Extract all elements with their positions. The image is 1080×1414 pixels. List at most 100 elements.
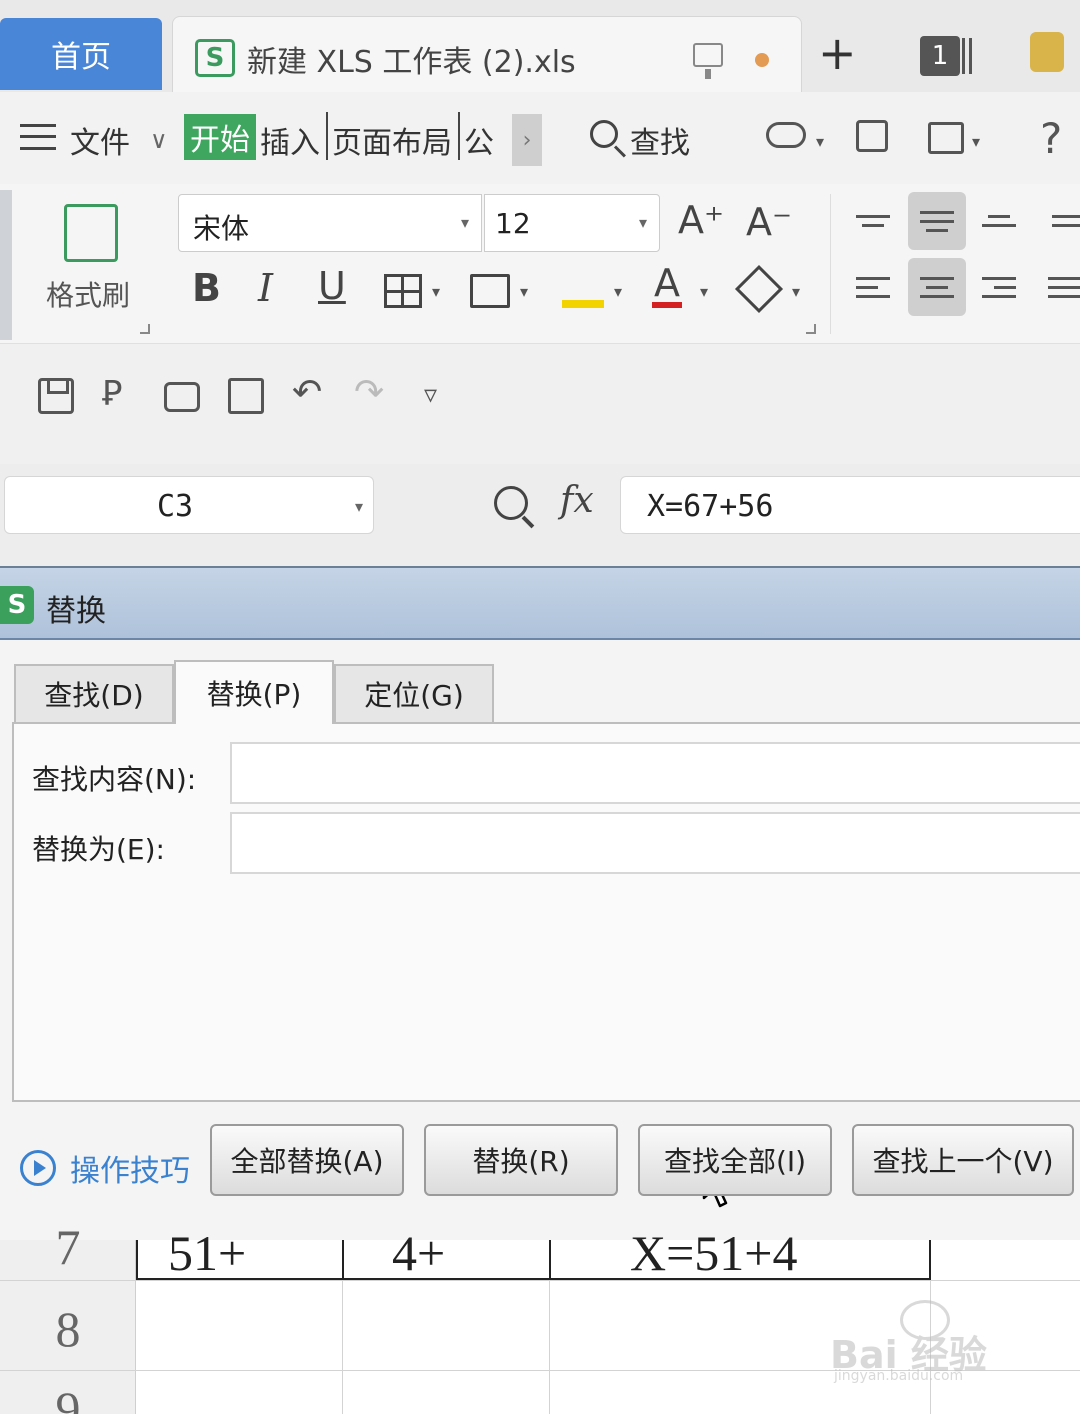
indent-icon[interactable] [1040, 192, 1080, 250]
bold-icon[interactable]: B [192, 266, 221, 310]
tab-goto[interactable]: 定位(G) [334, 664, 494, 722]
caret-down-icon[interactable]: ▾ [816, 132, 824, 151]
caret-down-icon[interactable]: ▾ [972, 132, 980, 151]
help-icon[interactable]: ? [1040, 114, 1062, 163]
customize-toolbar-icon[interactable]: ▿ [424, 380, 437, 410]
formula-input[interactable]: X=67+56 [620, 476, 1080, 534]
border-icon[interactable] [384, 274, 422, 308]
caret-down-icon[interactable]: ▾ [614, 282, 622, 301]
justify-icon[interactable] [1036, 258, 1080, 316]
align-right-icon[interactable] [970, 258, 1028, 316]
monitor-icon[interactable] [693, 43, 723, 79]
window-count-badge[interactable]: 1 [920, 36, 960, 76]
cell-border [549, 1240, 551, 1280]
align-left-icon[interactable] [844, 258, 902, 316]
dialog-titlebar[interactable]: S 替换 [0, 568, 1080, 640]
menu-scroll-right-button[interactable]: › [512, 114, 542, 166]
find-previous-button[interactable]: 查找上一个(V) [852, 1124, 1074, 1196]
font-name-value: 宋体 [193, 212, 250, 245]
find-input[interactable] [230, 742, 1080, 804]
format-brush-label[interactable]: 格式刷 [46, 274, 130, 314]
underline-icon[interactable]: U [318, 264, 346, 308]
italic-icon[interactable]: I [258, 266, 273, 310]
caret-down-icon[interactable]: ▾ [432, 282, 440, 301]
caret-down-icon[interactable]: ▾ [792, 282, 800, 301]
find-all-button[interactable]: 查找全部(I) [638, 1124, 832, 1196]
print-icon[interactable] [164, 382, 200, 412]
caret-down-icon[interactable]: ▾ [639, 213, 647, 232]
menu-tab-start[interactable]: 开始 [184, 114, 256, 160]
caret-down-icon[interactable]: ▾ [355, 497, 363, 516]
font-size-select[interactable]: 12 ▾ [484, 194, 660, 252]
cell-a7[interactable]: 51+ [168, 1224, 246, 1282]
menu-tab-page-layout[interactable]: 页面布局 [332, 118, 452, 162]
menu-separator [326, 112, 328, 160]
tab-replace[interactable]: 替换(P) [174, 660, 334, 724]
dialog-launcher-icon[interactable] [140, 324, 150, 334]
clear-format-icon[interactable] [734, 264, 784, 314]
tab-home[interactable]: 首页 [0, 18, 162, 90]
name-box[interactable]: C3 ▾ [4, 476, 374, 534]
align-middle-icon[interactable] [908, 192, 966, 250]
replace-input[interactable] [230, 812, 1080, 874]
search-label[interactable]: 查找 [630, 118, 690, 162]
caret-down-icon[interactable]: ▾ [461, 213, 469, 232]
caret-down-icon[interactable]: ▾ [520, 282, 528, 301]
title-tab-bar: 首页 S 新建 XLS 工作表 (2).xls + 1 [0, 0, 1080, 92]
align-center-icon[interactable] [908, 258, 966, 316]
grow-font-icon[interactable]: A⁺ [678, 198, 724, 242]
hamburger-icon[interactable] [20, 124, 56, 150]
cloud-icon[interactable] [766, 122, 806, 148]
format-brush-icon[interactable] [64, 204, 118, 262]
font-name-select[interactable]: 宋体 ▾ [178, 194, 482, 252]
save-icon[interactable] [38, 378, 74, 414]
menu-separator [458, 112, 460, 160]
ribbon-edge [0, 190, 12, 340]
formula-bar: C3 ▾ fx X=67+56 [0, 464, 1080, 568]
tab-find[interactable]: 查找(D) [14, 664, 174, 722]
font-size-value: 12 [495, 207, 531, 240]
format-painter-icon[interactable]: Ꝑ [102, 374, 123, 414]
replace-all-button[interactable]: 全部替换(A) [210, 1124, 404, 1196]
row-header-7[interactable]: 7 [0, 1218, 136, 1276]
dialog-panel: 查找内容(N): 替换为(E): [12, 722, 1080, 1208]
insert-function-button[interactable]: fx [560, 480, 594, 521]
zoom-icon[interactable] [494, 486, 528, 520]
row-header-9[interactable]: 9 [0, 1380, 136, 1414]
baidu-watermark: Bai 经验 jingyan.baidu.com [830, 1300, 1030, 1390]
row-header-8[interactable]: 8 [0, 1300, 136, 1358]
undo-icon[interactable]: ↶ [292, 372, 322, 413]
print-preview-icon[interactable] [228, 378, 264, 414]
redo-icon[interactable]: ↷ [354, 372, 384, 413]
menu-file[interactable]: 文件 [70, 118, 130, 162]
spreadsheet-icon: S [195, 39, 235, 77]
menu-tab-formulas[interactable]: 公 [464, 118, 494, 162]
menu-bar: 文件 ∨ 开始 插入 页面布局 公 › 查找 ▾ ▾ ? [0, 92, 1080, 184]
share-icon[interactable] [856, 120, 888, 152]
shrink-font-icon[interactable]: A⁻ [746, 200, 792, 244]
cell-b7[interactable]: 4+ [392, 1224, 445, 1282]
quick-access-toolbar: Ꝑ ↶ ↷ ▿ [0, 344, 1080, 464]
unsaved-dot-icon [755, 53, 769, 67]
chevron-down-icon[interactable]: ∨ [150, 126, 168, 154]
dialog-launcher-icon[interactable] [806, 324, 816, 334]
avatar[interactable] [1030, 32, 1064, 72]
formula-value: X=67+56 [647, 489, 774, 524]
play-circle-icon[interactable] [20, 1150, 56, 1186]
cell-c7[interactable]: X=51+4 [630, 1224, 798, 1282]
app-icon: S [0, 586, 34, 624]
tab-document[interactable]: S 新建 XLS 工作表 (2).xls [172, 16, 802, 92]
menu-tab-insert[interactable]: 插入 [260, 118, 320, 162]
align-top-icon[interactable] [844, 192, 902, 250]
tips-link[interactable]: 操作技巧 [70, 1146, 190, 1190]
align-bottom-icon[interactable] [970, 192, 1028, 250]
cell-border [136, 1240, 138, 1280]
caret-down-icon[interactable]: ▾ [700, 282, 708, 301]
replace-button[interactable]: 替换(R) [424, 1124, 618, 1196]
font-color-icon[interactable]: A [652, 264, 682, 308]
new-tab-button[interactable]: + [818, 30, 857, 76]
cell-style-icon[interactable] [470, 274, 510, 308]
search-icon[interactable] [590, 120, 618, 148]
fill-color-icon[interactable] [562, 270, 604, 308]
sync-icon[interactable] [928, 122, 964, 154]
